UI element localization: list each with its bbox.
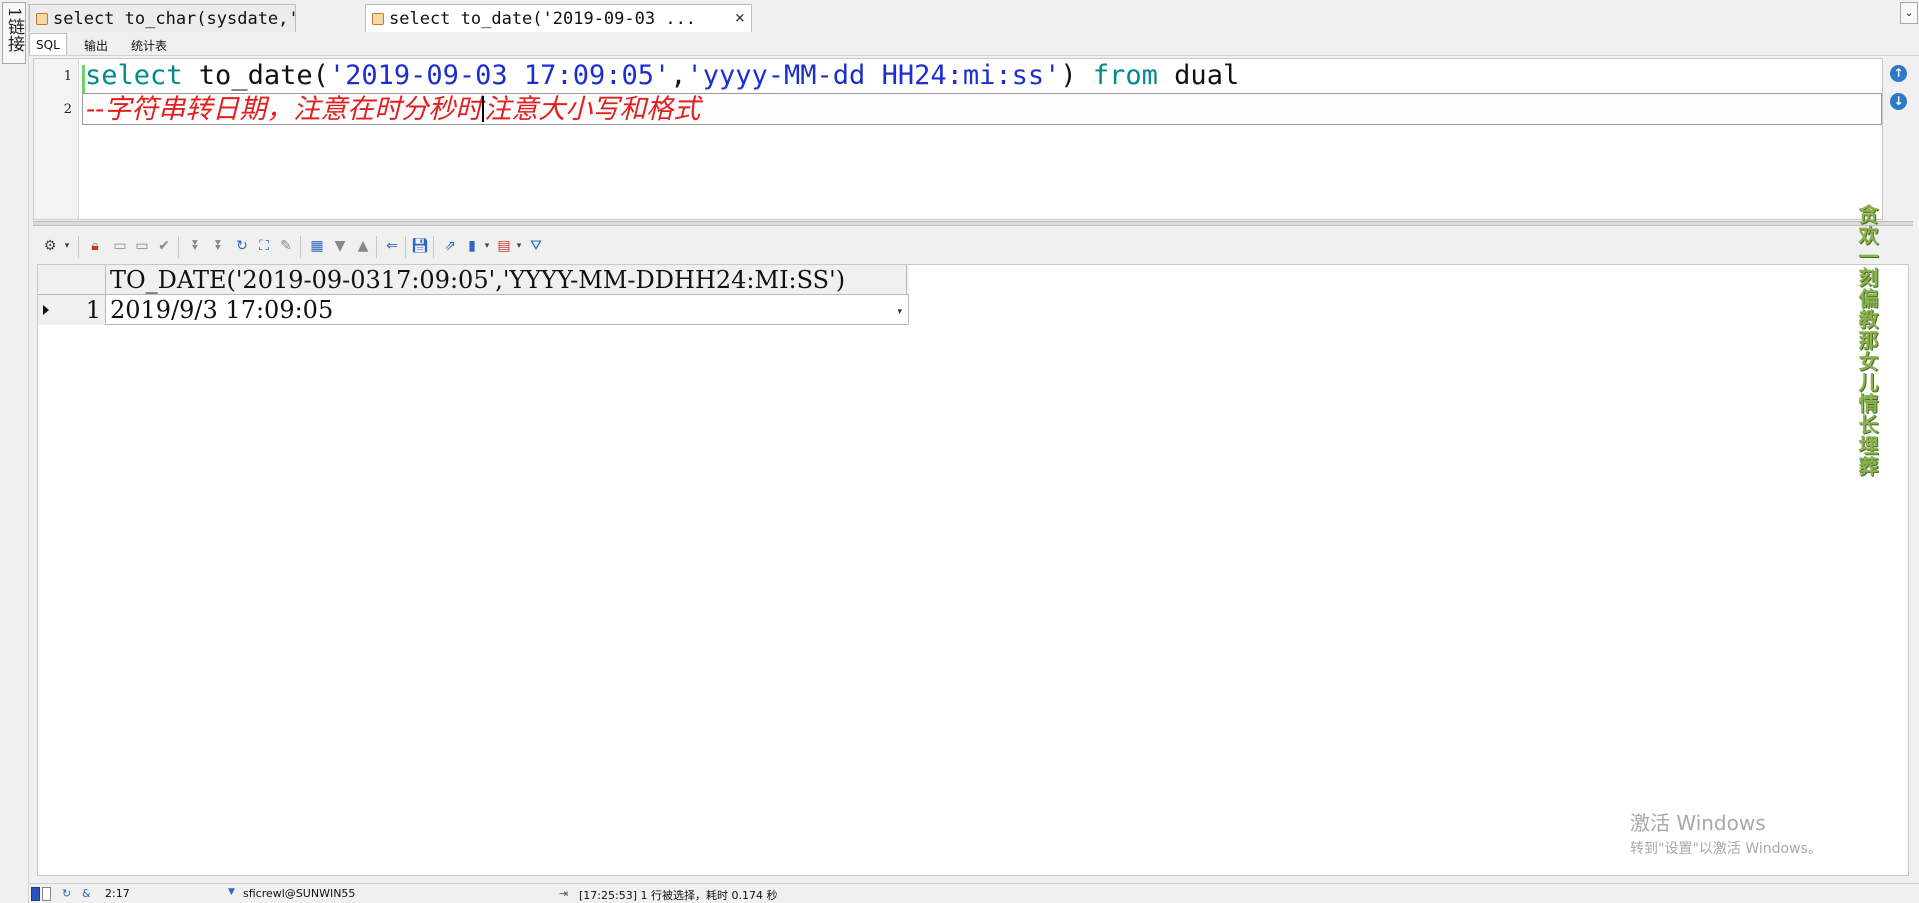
sql-file-icon [372, 13, 384, 25]
refresh-icon[interactable]: ↻ [233, 237, 251, 255]
grid-corner[interactable] [38, 265, 106, 295]
tab-label: select to_char(sysdate,'yy ... [53, 9, 295, 29]
comment-text: --字符串转日期，注意在时分秒时 [86, 94, 483, 125]
editor-subtabs: SQL 输出 统计表 [29, 32, 1919, 56]
status-bar: ↻ & 2:17 ▼ sficrewl@SUNWIN55 ⇥ [17:25:53… [29, 883, 1919, 903]
chevron-down-icon[interactable]: ▾ [58, 237, 76, 255]
side-watermark-text: 贪欢一刻偏教那女儿情长埋葬 [1855, 204, 1879, 477]
grid-header: TO_DATE('2019-09-0317:09:05','YYYY-MM-DD… [38, 265, 909, 295]
tab-query-2[interactable]: select to_date('2019-09-03 ... × [365, 4, 752, 33]
editor-result-splitter[interactable] [33, 221, 1913, 226]
next-record-icon[interactable]: ▼ [331, 237, 349, 255]
export-icon[interactable]: ⇗ [441, 237, 459, 255]
status-message: [17:25:53] 1 行被选择，耗时 0.174 秒 [579, 889, 778, 902]
cursor-position: 2:17 [105, 887, 130, 900]
toolbar-separator [433, 236, 434, 258]
code-line-2[interactable]: --字符串转日期，注意在时分秒时注意大小写和格式 [82, 93, 1882, 125]
tab-statistics[interactable]: 统计表 [125, 33, 173, 55]
result-grid-area[interactable]: TO_DATE('2019-09-0317:09:05','YYYY-MM-DD… [37, 264, 1909, 876]
new-row-icon[interactable]: ▭ [111, 237, 129, 255]
editor-tab-bar: select to_char(sysdate,'yy ... select to… [29, 0, 1919, 33]
chevron-down-icon[interactable]: ▼ [228, 887, 235, 897]
arrow-up-icon[interactable]: ↑ [1890, 65, 1907, 82]
filter-icon[interactable]: ⛛ [527, 237, 545, 255]
arrow-down-icon[interactable]: ↓ [1890, 93, 1907, 110]
delete-row-icon[interactable]: ▭ [133, 237, 151, 255]
column-header[interactable]: TO_DATE('2019-09-0317:09:05','YYYY-MM-DD… [107, 265, 907, 295]
line-number: 1 [63, 69, 72, 84]
fetch-next-icon[interactable]: ⏬︎ [187, 237, 205, 255]
keyword-from: from [1092, 60, 1158, 91]
post-changes-icon[interactable]: ✔ [155, 237, 173, 255]
left-panel-strip: 1链接 [0, 0, 29, 903]
status-indicator [31, 887, 40, 901]
line-number-gutter: 1 2 [34, 59, 79, 219]
query-by-example-icon[interactable]: ⇐ [383, 237, 401, 255]
app-window: 1链接 select to_char(sysdate,'yy ... selec… [0, 0, 1919, 903]
tab-label: select to_date('2019-09-03 ... [389, 9, 697, 29]
watermark-title: 激活 Windows [1630, 811, 1766, 835]
string-literal: '2019-09-03 17:09:05' [328, 60, 671, 91]
windows-activation-watermark: 激活 Windows 转到"设置"以激活 Windows。 [1630, 807, 1822, 858]
refresh-icon[interactable]: ↻ [62, 887, 71, 900]
clear-icon[interactable]: ✎ [277, 237, 295, 255]
sql-editor[interactable]: 1 2 select to_date('2019-09-03 17:09:05'… [33, 58, 1883, 220]
tab-query-1[interactable]: select to_char(sysdate,'yy ... [29, 4, 296, 32]
function-call: to_date( [182, 60, 329, 91]
fetch-last-icon[interactable]: ⏬︎ [210, 237, 228, 255]
sql-file-icon [36, 13, 48, 25]
comment-text: 注意大小写和格式 [484, 94, 701, 125]
tab-output[interactable]: 输出 [78, 33, 114, 55]
toolbar-separator [376, 236, 377, 258]
status-indicator [42, 887, 51, 901]
lock-icon[interactable]: 🔒︎ [86, 237, 104, 255]
table-name: dual [1157, 60, 1240, 91]
toolbar-separator [178, 236, 179, 258]
save-icon[interactable]: 💾︎ [411, 237, 429, 255]
table-cell[interactable]: 2019/9/3 17:09:05 ▾ [107, 295, 907, 325]
string-literal: 'yyyy-MM-dd HH24:mi:ss' [686, 60, 1061, 91]
grid-options-icon[interactable]: ⚙ [41, 237, 59, 255]
cell-value: 2019/9/3 17:09:05 [110, 296, 334, 324]
tab-sql[interactable]: SQL [29, 33, 67, 55]
ampersand-icon[interactable]: & [82, 887, 91, 900]
row-number: 1 [85, 296, 101, 324]
keyword-select: select [85, 60, 183, 91]
single-record-icon[interactable]: ▦ [308, 237, 326, 255]
find-icon[interactable]: ⛶ [255, 237, 273, 255]
pin-icon[interactable]: ⇥ [559, 887, 568, 900]
close-paren: ) [1060, 60, 1093, 91]
current-row-icon [43, 305, 49, 315]
toolbar-separator [405, 236, 406, 258]
result-grid-toolbar: ⚙ ▾ 🔒︎ ▭ ▭ ✔ ⏬︎ ⏬︎ ↻ ⛶ ✎ ▦ ▼ ▲ ⇐ 💾︎ ⇗ ▮ … [33, 232, 1913, 262]
toolbar-separator [78, 236, 79, 258]
chevron-down-icon[interactable]: ▾ [510, 237, 528, 255]
watermark-subtitle: 转到"设置"以激活 Windows。 [1630, 841, 1822, 857]
row-indicator[interactable]: 1 [38, 295, 106, 325]
table-row[interactable]: 1 2019/9/3 17:09:05 ▾ [38, 295, 909, 325]
comma: , [670, 60, 687, 91]
connection-side-tab[interactable]: 1链接 [2, 2, 26, 64]
prev-record-icon[interactable]: ▲ [354, 237, 372, 255]
code-area[interactable]: select to_date('2019-09-03 17:09:05','yy… [82, 59, 1882, 219]
chevron-down-icon[interactable]: ▾ [478, 237, 496, 255]
connection-side-tab-label: 1链接 [4, 7, 24, 52]
connection-name[interactable]: sficrewl@SUNWIN55 [243, 887, 355, 900]
close-icon[interactable]: × [735, 8, 745, 28]
chevron-down-icon[interactable]: ⌄ [1900, 2, 1918, 24]
line-number: 2 [63, 102, 72, 117]
toolbar-separator [300, 236, 301, 258]
code-line-1[interactable]: select to_date('2019-09-03 17:09:05','yy… [82, 60, 1882, 92]
dropdown-icon[interactable]: ▾ [897, 297, 902, 327]
